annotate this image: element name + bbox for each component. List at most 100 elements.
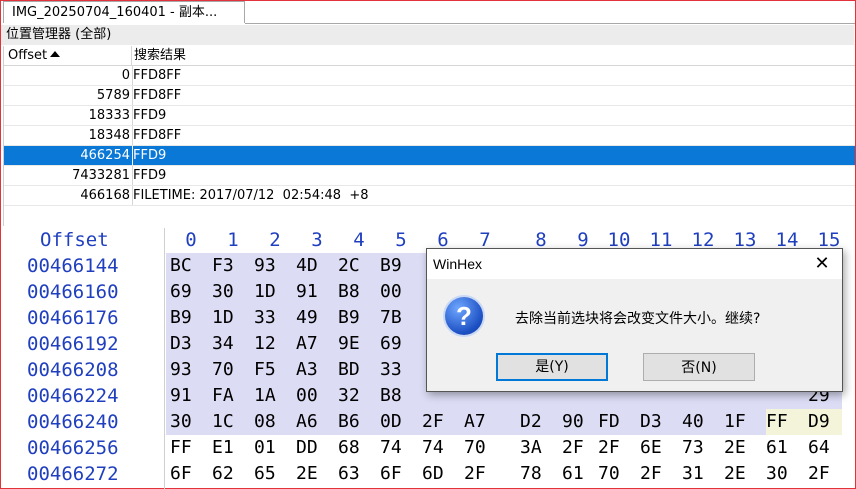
hex-byte[interactable]: 62 [212, 461, 242, 487]
hex-byte[interactable]: 2F [464, 461, 494, 487]
close-icon[interactable]: ✕ [812, 254, 832, 274]
hex-byte[interactable]: 2E [296, 461, 326, 487]
list-row[interactable]: 5789 FFD8FF [4, 86, 855, 106]
hex-byte[interactable]: FD [598, 409, 628, 435]
position-manager-title: 位置管理器 (全部) [1, 25, 854, 45]
hex-byte[interactable]: 30 [170, 409, 200, 435]
hex-byte[interactable]: B9 [380, 253, 410, 279]
hex-byte[interactable]: 70 [212, 357, 242, 383]
hex-byte[interactable]: B8 [380, 383, 410, 409]
hex-byte[interactable]: 1F [724, 409, 754, 435]
hex-byte[interactable]: BD [338, 357, 368, 383]
hex-byte[interactable]: 65 [254, 461, 284, 487]
hex-byte[interactable]: 78 [520, 461, 550, 487]
list-row[interactable]: 18333 FFD9 [4, 106, 855, 126]
list-row[interactable]: 466254 FFD9 [4, 146, 855, 166]
hex-byte[interactable]: 2E [724, 435, 754, 461]
hex-byte[interactable]: 34 [212, 331, 242, 357]
hex-byte[interactable]: 2F [640, 461, 670, 487]
hex-byte[interactable]: 93 [170, 357, 200, 383]
hex-byte[interactable]: D2 [520, 409, 550, 435]
list-row[interactable]: 466168 FILETIME: 2017/07/12 02:54:48 +8 [4, 186, 855, 206]
hex-byte[interactable]: 64 [808, 435, 838, 461]
hex-byte[interactable]: 6F [380, 461, 410, 487]
hex-byte[interactable]: D3 [640, 409, 670, 435]
column-header-offset[interactable]: Offset [4, 46, 132, 65]
hex-byte[interactable]: 01 [254, 435, 284, 461]
hex-byte[interactable]: B9 [170, 305, 200, 331]
column-header-result[interactable]: 搜索结果 [134, 46, 186, 65]
position-list[interactable]: Offset 搜索结果 0 FFD8FF 5789 FFD8FF 18333 FFD9 18… [3, 46, 855, 226]
hex-byte[interactable]: 2E [724, 461, 754, 487]
hex-byte[interactable]: 74 [380, 435, 410, 461]
hex-byte[interactable]: 1D [254, 279, 284, 305]
hex-byte[interactable]: 1D [212, 305, 242, 331]
hex-byte[interactable]: 1A [254, 383, 284, 409]
hex-byte[interactable]: D9 [808, 409, 838, 435]
hex-byte[interactable]: 33 [254, 305, 284, 331]
hex-byte[interactable]: 30 [766, 461, 796, 487]
hex-byte[interactable]: F3 [212, 253, 242, 279]
hex-byte[interactable]: 12 [254, 331, 284, 357]
hex-byte[interactable]: 49 [296, 305, 326, 331]
hex-byte[interactable]: FF [766, 409, 796, 435]
hex-byte[interactable]: 69 [170, 279, 200, 305]
hex-byte[interactable]: BC [170, 253, 200, 279]
hex-byte[interactable]: 3A [520, 435, 550, 461]
hex-byte[interactable]: 08 [254, 409, 284, 435]
hex-byte[interactable]: 73 [682, 435, 712, 461]
hex-byte[interactable]: F5 [254, 357, 284, 383]
list-row[interactable]: 7433281 FFD9 [4, 166, 855, 186]
hex-byte[interactable]: B6 [338, 409, 368, 435]
hex-byte[interactable]: 63 [338, 461, 368, 487]
hex-byte[interactable]: 0D [380, 409, 410, 435]
hex-byte[interactable]: 61 [766, 435, 796, 461]
hex-byte[interactable]: 6F [170, 461, 200, 487]
hex-byte[interactable]: 90 [562, 409, 592, 435]
hex-byte[interactable]: B9 [338, 305, 368, 331]
hex-byte[interactable]: B8 [338, 279, 368, 305]
list-row[interactable]: 18348 FFD8FF [4, 126, 855, 146]
hex-byte[interactable]: E1 [212, 435, 242, 461]
hex-byte[interactable]: 69 [380, 331, 410, 357]
list-row[interactable]: 0 FFD8FF [4, 66, 855, 86]
hex-byte[interactable]: A3 [296, 357, 326, 383]
hex-byte[interactable]: 6D [422, 461, 452, 487]
hex-byte[interactable]: DD [296, 435, 326, 461]
hex-byte[interactable]: 33 [380, 357, 410, 383]
hex-byte[interactable]: 74 [422, 435, 452, 461]
hex-byte[interactable]: 2F [598, 435, 628, 461]
hex-byte[interactable]: 1C [212, 409, 242, 435]
hex-byte[interactable]: 6E [640, 435, 670, 461]
hex-byte[interactable]: 4D [296, 253, 326, 279]
winhex-dialog: WinHex ✕ ? 去除当前选块将会改变文件大小。继续? 是(Y) 否(N) [426, 248, 843, 392]
tab-file[interactable]: IMG_20250704_160401 - 副本... [3, 1, 245, 23]
hex-byte[interactable]: 93 [254, 253, 284, 279]
hex-byte[interactable]: D3 [170, 331, 200, 357]
hex-byte[interactable]: 2F [808, 461, 838, 487]
hex-byte[interactable]: A7 [464, 409, 494, 435]
no-button[interactable]: 否(N) [643, 353, 755, 381]
hex-byte[interactable]: FF [170, 435, 200, 461]
hex-byte[interactable]: 70 [464, 435, 494, 461]
hex-byte[interactable]: 91 [170, 383, 200, 409]
hex-byte[interactable]: 2C [338, 253, 368, 279]
hex-byte[interactable]: 9E [338, 331, 368, 357]
hex-byte[interactable]: A6 [296, 409, 326, 435]
hex-byte[interactable]: 32 [338, 383, 368, 409]
hex-byte[interactable]: 2F [422, 409, 452, 435]
hex-byte[interactable]: 91 [296, 279, 326, 305]
hex-byte[interactable]: 7B [380, 305, 410, 331]
hex-byte[interactable]: 00 [380, 279, 410, 305]
hex-byte[interactable]: 68 [338, 435, 368, 461]
hex-byte[interactable]: FA [212, 383, 242, 409]
hex-byte[interactable]: 61 [562, 461, 592, 487]
hex-byte[interactable]: 30 [212, 279, 242, 305]
yes-button[interactable]: 是(Y) [496, 353, 608, 381]
hex-byte[interactable]: 00 [296, 383, 326, 409]
hex-byte[interactable]: A7 [296, 331, 326, 357]
hex-byte[interactable]: 70 [598, 461, 628, 487]
hex-byte[interactable]: 2F [562, 435, 592, 461]
hex-byte[interactable]: 31 [682, 461, 712, 487]
hex-byte[interactable]: 40 [682, 409, 712, 435]
